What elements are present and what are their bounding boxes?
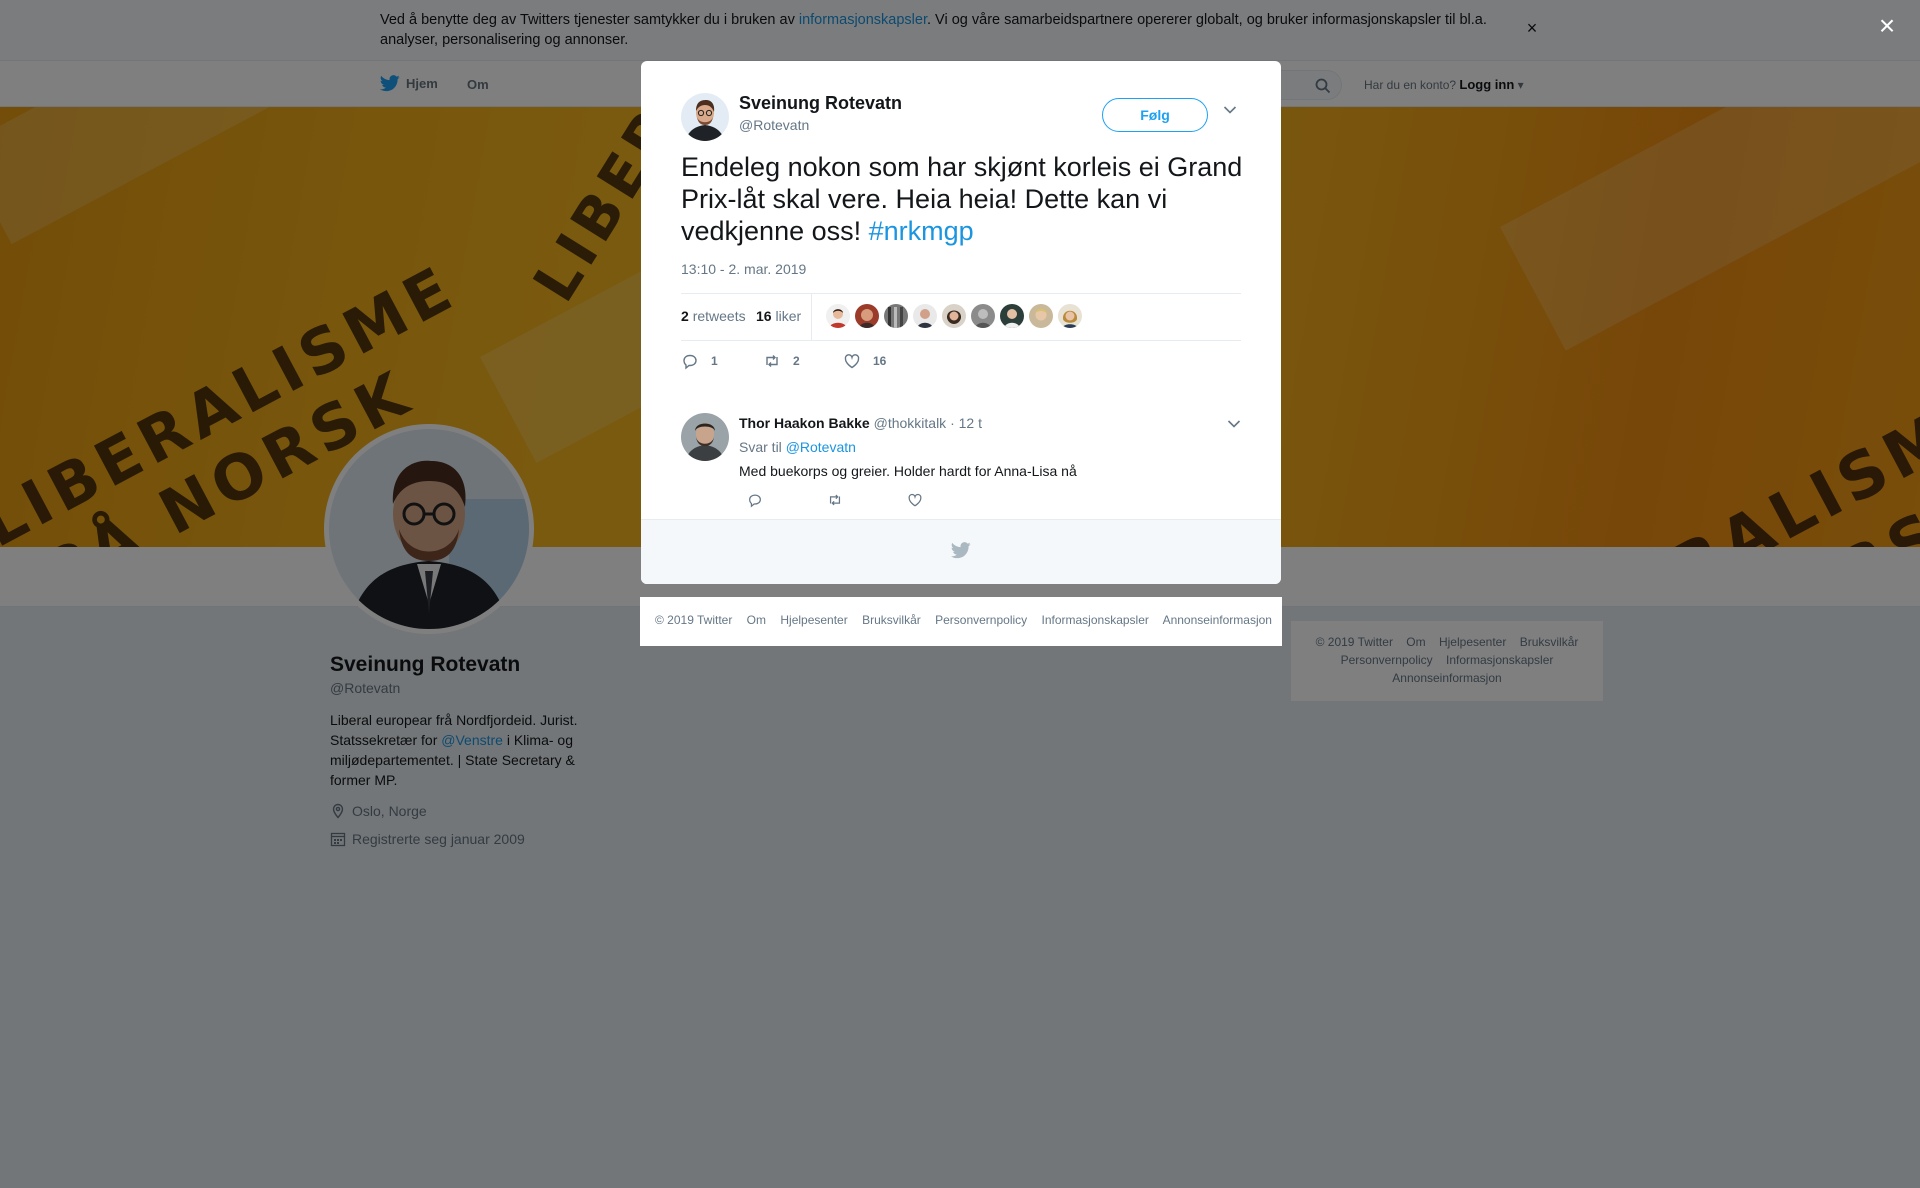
reply-text: Med buekorps og greier. Holder hardt for…: [739, 463, 1077, 479]
stats-divider: [811, 294, 812, 340]
footer-link-about[interactable]: Om: [747, 613, 766, 627]
likes-label: liker: [775, 308, 802, 324]
footer-link-ads[interactable]: Annonseinformasjon: [1163, 613, 1272, 627]
reply-author-photo-icon: [681, 413, 729, 461]
reply-to-line: Svar til @Rotevatn: [739, 439, 856, 455]
liker-avatar[interactable]: [971, 304, 995, 328]
reply-header: Thor Haakon Bakke @thokkitalk · 12 t: [739, 415, 982, 431]
retweets-label: retweets: [692, 308, 746, 324]
reply-author-handle[interactable]: @thokkitalk: [874, 415, 947, 431]
liker-avatar[interactable]: [826, 304, 850, 328]
tweet-author-name[interactable]: Sveinung Rotevatn: [739, 93, 902, 114]
liker-avatar[interactable]: [1029, 304, 1053, 328]
reply-to-mention[interactable]: @Rotevatn: [786, 439, 856, 455]
tweet-stats: 2 retweets 16 liker: [681, 293, 1241, 341]
retweet-icon[interactable]: [827, 492, 843, 508]
tweet-text: Endeleg nokon som har skjønt korleis ei …: [681, 151, 1251, 247]
liker-avatar[interactable]: [1058, 304, 1082, 328]
reply-actions: [747, 492, 947, 510]
liker-avatar[interactable]: [884, 304, 908, 328]
liker-avatar[interactable]: [1000, 304, 1024, 328]
like-count: 16: [873, 354, 887, 368]
tweet-author-avatar[interactable]: [681, 93, 729, 141]
reply-author-name[interactable]: Thor Haakon Bakke: [739, 415, 870, 431]
retweet-action[interactable]: 2: [763, 352, 800, 370]
modal-bottom-bar: [641, 519, 1281, 584]
tweet-author-handle[interactable]: @Rotevatn: [739, 117, 809, 133]
footer-copyright: © 2019 Twitter: [655, 613, 733, 627]
reply-count: 1: [711, 354, 718, 368]
twitter-bird-icon: [951, 542, 971, 559]
tweet-actions: 1 2 16: [681, 352, 981, 376]
tweet-modal: Sveinung Rotevatn @Rotevatn Følg Endeleg…: [641, 61, 1281, 584]
liker-avatars: [826, 304, 1082, 328]
reply-tweet[interactable]: Thor Haakon Bakke @thokkitalk · 12 t Sva…: [681, 413, 1241, 513]
footer-link-help[interactable]: Hjelpesenter: [780, 613, 847, 627]
reply-action[interactable]: 1: [681, 352, 718, 370]
reply-icon[interactable]: [747, 492, 763, 508]
heart-icon: [843, 352, 861, 370]
liker-avatar[interactable]: [855, 304, 879, 328]
modal-footer: © 2019 Twitter Om Hjelpesenter Bruksvilk…: [640, 597, 1282, 646]
retweets-count: 2: [681, 308, 689, 324]
likes-stat[interactable]: 16 liker: [756, 308, 801, 324]
reply-icon: [681, 352, 699, 370]
footer-link-privacy[interactable]: Personvernpolicy: [935, 613, 1027, 627]
likes-count: 16: [756, 308, 772, 324]
footer-link-terms[interactable]: Bruksvilkår: [862, 613, 921, 627]
reply-time[interactable]: · 12 t: [950, 415, 982, 431]
author-photo-icon: [681, 93, 729, 141]
reply-author-avatar[interactable]: [681, 413, 729, 461]
chevron-down-icon[interactable]: [1223, 105, 1237, 115]
follow-button[interactable]: Følg: [1102, 98, 1208, 132]
liker-avatar[interactable]: [913, 304, 937, 328]
like-action[interactable]: 16: [843, 352, 886, 370]
heart-icon[interactable]: [907, 492, 923, 508]
footer-link-cookies[interactable]: Informasjonskapsler: [1042, 613, 1149, 627]
liker-avatar[interactable]: [942, 304, 966, 328]
retweet-icon: [763, 352, 781, 370]
reply-to-label: Svar til: [739, 439, 782, 455]
close-modal-icon[interactable]: ×: [1873, 12, 1901, 40]
retweet-count: 2: [793, 354, 800, 368]
hashtag-link[interactable]: #nrkmgp: [869, 216, 974, 246]
retweets-stat[interactable]: 2 retweets: [681, 308, 746, 324]
tweet-timestamp[interactable]: 13:10 - 2. mar. 2019: [681, 261, 806, 277]
chevron-down-icon[interactable]: [1227, 419, 1241, 429]
